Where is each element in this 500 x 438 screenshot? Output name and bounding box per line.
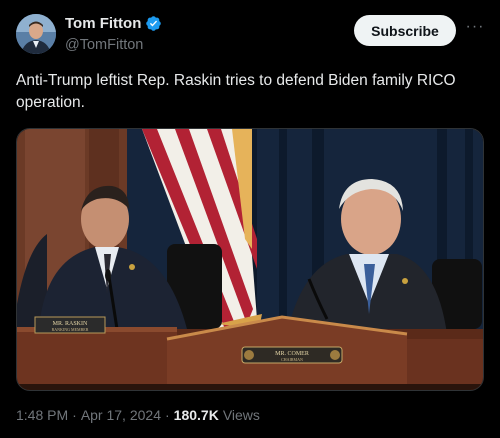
author-display-name[interactable]: Tom Fitton (65, 15, 141, 32)
post-meta: 1:48 PM · Apr 17, 2024 · 180.7K Views (16, 407, 260, 423)
nameplate-right-subtext: CHAIRMAN (281, 357, 303, 362)
subscribe-button[interactable]: Subscribe (354, 15, 456, 46)
tweet: Tom Fitton @TomFitton Subscribe ··· Anti… (0, 0, 500, 438)
author-handle[interactable]: @TomFitton (65, 37, 143, 53)
meta-separator: · (164, 407, 170, 423)
post-media-image[interactable]: MR. RASKIN RANKING MEMBER MR. COMER CHAI… (16, 128, 484, 391)
post-time[interactable]: 1:48 PM (16, 407, 68, 423)
views-label: Views (222, 407, 260, 423)
author-name-row: Tom Fitton (65, 15, 162, 32)
meta-separator: · (72, 407, 77, 423)
post-date[interactable]: Apr 17, 2024 (81, 407, 161, 423)
verified-badge-icon (145, 15, 162, 32)
avatar[interactable] (16, 14, 56, 54)
post-text: Anti-Trump leftist Rep. Raskin tries to … (16, 72, 456, 111)
nameplate-left-subtext: RANKING MEMBER (52, 327, 89, 332)
more-dots-icon[interactable]: ··· (463, 19, 487, 40)
views-count: 180.7K (173, 407, 219, 423)
